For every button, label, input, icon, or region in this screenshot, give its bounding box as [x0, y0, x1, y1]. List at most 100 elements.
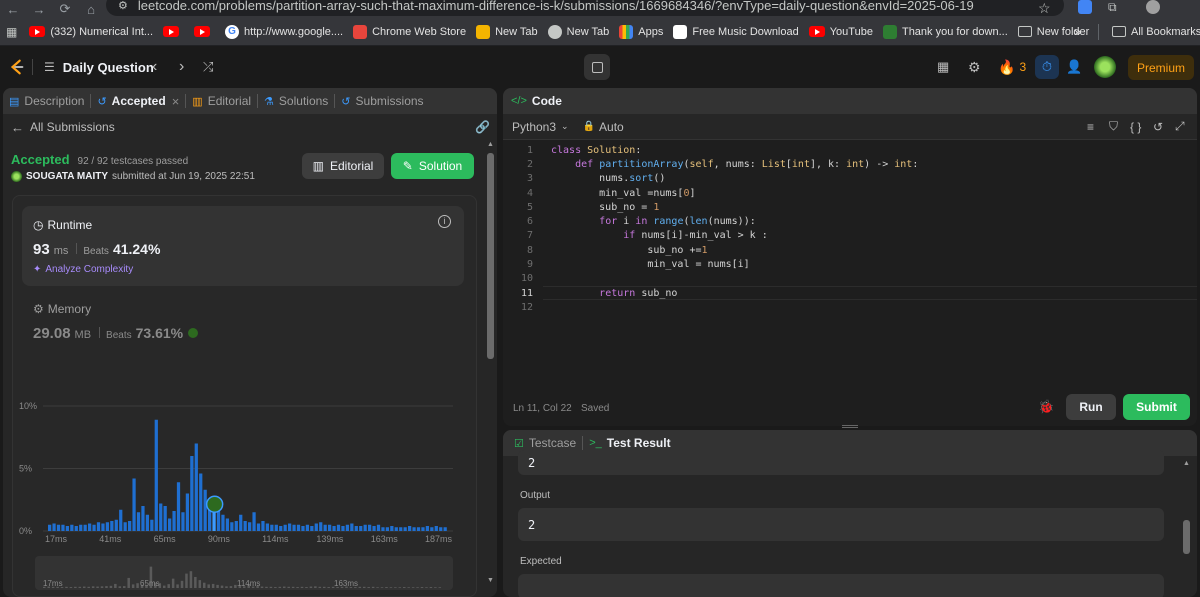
bookmark-item[interactable]: New Tab: [547, 24, 609, 39]
home-icon[interactable]: ⌂: [78, 2, 104, 17]
shuffle-icon[interactable]: ⤮: [203, 47, 213, 87]
settings-gear-icon[interactable]: ⚙: [968, 47, 981, 87]
close-icon[interactable]: ×: [172, 94, 180, 109]
submit-button[interactable]: Submit: [1123, 394, 1190, 420]
distribution-bar: [319, 522, 323, 531]
overview-bar: [198, 580, 202, 588]
bookmark-item[interactable]: Thank you for down...: [882, 24, 1008, 39]
overview-tick-label: 163ms: [334, 579, 358, 588]
link-icon[interactable]: 🔗: [475, 120, 490, 134]
runtime-distribution-chart[interactable]: 10% 5% 0% 17ms 41ms 65ms 90ms 114ms 139ms 163ms 18…: [13, 366, 475, 597]
distribution-bar: [128, 521, 132, 531]
streak-counter[interactable]: 🔥 3: [998, 47, 1026, 87]
braces-icon[interactable]: { }: [1130, 120, 1141, 134]
scroll-down-icon[interactable]: ▼: [487, 577, 494, 584]
scroll-up-icon[interactable]: ▲: [487, 141, 494, 148]
address-bar[interactable]: ⚙ leetcode.com/problems/partition-array-…: [106, 0, 1064, 16]
bookmark-item[interactable]: Chrome Web Store: [353, 24, 466, 39]
all-submissions-link[interactable]: ← All Submissions 🔗: [3, 114, 497, 140]
language-select[interactable]: Python3 ⌄: [512, 120, 569, 134]
analyze-complexity-button[interactable]: ✦ Analyze Complexity: [33, 264, 133, 275]
run-button[interactable]: Run: [1066, 394, 1116, 420]
tab-label: Testcase: [528, 436, 577, 450]
bookmark-item[interactable]: New Tab: [476, 24, 538, 39]
note-button[interactable]: [584, 54, 610, 80]
reload-icon[interactable]: ⟳: [52, 1, 78, 17]
distribution-bar: [421, 527, 425, 531]
premium-label: Premium: [1136, 60, 1185, 75]
username[interactable]: SOUGATA MAITY: [26, 171, 108, 182]
profile-avatar[interactable]: [1146, 0, 1160, 14]
tab-editorial[interactable]: ▥ Editorial: [186, 94, 257, 108]
bookmark-item[interactable]: YouTube: [808, 26, 873, 38]
bookmark-item[interactable]: Apps: [619, 24, 663, 39]
problem-list-button[interactable]: ☰ Daily Question: [44, 47, 154, 87]
google-icon: G: [225, 24, 240, 39]
url-text: leetcode.com/problems/partition-array-su…: [137, 0, 974, 13]
distribution-bar: [301, 526, 305, 531]
bookmark-item[interactable]: Free Music Download: [673, 24, 799, 39]
puzzle-icon[interactable]: ⧉: [1108, 0, 1122, 14]
layout-icon[interactable]: ▦: [937, 47, 949, 87]
more-bookmarks-button[interactable]: »: [1074, 24, 1081, 39]
distribution-bar: [141, 506, 145, 531]
overview-bar: [114, 583, 117, 588]
tab-accepted[interactable]: ↺ Accepted ×: [91, 94, 185, 109]
info-icon[interactable]: i: [438, 215, 451, 228]
bookmark-label: All Bookmarks: [1131, 25, 1200, 38]
bookmark-item[interactable]: [194, 26, 215, 37]
left-scrollbar[interactable]: ▲ ▼: [487, 141, 494, 591]
bug-icon[interactable]: 🐞: [1038, 399, 1054, 415]
scroll-up-icon[interactable]: ▲: [1183, 460, 1190, 467]
tab-test-result[interactable]: >_ Test Result: [583, 436, 676, 450]
runtime-card[interactable]: ◷ Runtime i 93 ms Beats 41.24% ✦ Analyze C…: [22, 206, 464, 286]
beats-label: Beats: [83, 246, 109, 257]
reset-icon[interactable]: ↺: [1153, 120, 1163, 134]
code-editor[interactable]: 1 class Solution: 2 def partitionArray(sel…: [503, 143, 1197, 383]
field-value: 2: [528, 455, 536, 470]
next-problem-icon[interactable]: ›: [179, 47, 184, 87]
tab-description[interactable]: ▤ Description: [3, 94, 90, 108]
timer-button[interactable]: ⏱: [1035, 55, 1059, 79]
tab-submissions[interactable]: ↺ Submissions: [335, 94, 429, 108]
tab-solutions[interactable]: ⚗ Solutions: [258, 94, 334, 108]
tab-testcase[interactable]: ☑ Testcase: [503, 436, 582, 450]
extension-icon[interactable]: [1078, 0, 1092, 14]
bookmark-item[interactable]: [163, 26, 184, 37]
distribution-bar: [279, 526, 283, 531]
x-tick-label: 90ms: [208, 534, 231, 544]
card-title: Runtime: [47, 218, 93, 232]
overview-bar: [438, 587, 442, 588]
bookmark-star-icon[interactable]: ☆: [1038, 0, 1051, 17]
memory-card[interactable]: ⚙ Memory 29.08 MB Beats 73.61%: [22, 292, 464, 348]
format-icon[interactable]: ≡: [1087, 120, 1094, 134]
bookmark-item[interactable]: (332) Numerical Int...: [29, 26, 153, 38]
editorial-button[interactable]: ▥ Editorial: [302, 153, 384, 179]
bookmark-icon[interactable]: ⛉: [1109, 119, 1118, 134]
mode-label[interactable]: Auto: [599, 120, 624, 134]
user-avatar[interactable]: [1094, 56, 1116, 78]
back-icon[interactable]: ←: [0, 2, 26, 17]
editor-toolbar: Python3 ⌄ 🔒 Auto ≡ ⛉ { } ↺ ⤢: [503, 114, 1197, 140]
prev-problem-icon[interactable]: ‹: [152, 47, 157, 87]
panel-resize-handle[interactable]: [842, 425, 858, 428]
page-title: Daily Question: [62, 59, 154, 75]
distribution-bar: [323, 524, 327, 531]
tab-code[interactable]: </> Code: [503, 94, 568, 108]
fullscreen-icon[interactable]: ⤢: [1175, 119, 1185, 134]
premium-button[interactable]: Premium: [1128, 55, 1194, 80]
site-info-icon[interactable]: ⚙: [118, 0, 128, 12]
code-line: 7 if nums[i]-min_val > k :: [503, 229, 768, 243]
result-scrollbar[interactable]: ▲: [1183, 460, 1190, 595]
button-label: Submit: [1136, 400, 1177, 414]
all-bookmarks-button[interactable]: All Bookmarks: [1112, 26, 1200, 38]
bookmark-item[interactable]: Ghttp://www.google....: [225, 24, 343, 39]
overview-bar: [74, 586, 77, 588]
apps-grid-icon[interactable]: ▦: [6, 25, 17, 39]
scroll-thumb[interactable]: [487, 153, 494, 359]
solution-button[interactable]: ✎ Solution: [391, 153, 474, 179]
forward-icon[interactable]: →: [26, 2, 52, 17]
scroll-thumb[interactable]: [1183, 520, 1190, 554]
add-friend-icon[interactable]: 👤: [1066, 47, 1082, 87]
leetcode-logo-icon[interactable]: [8, 58, 26, 76]
